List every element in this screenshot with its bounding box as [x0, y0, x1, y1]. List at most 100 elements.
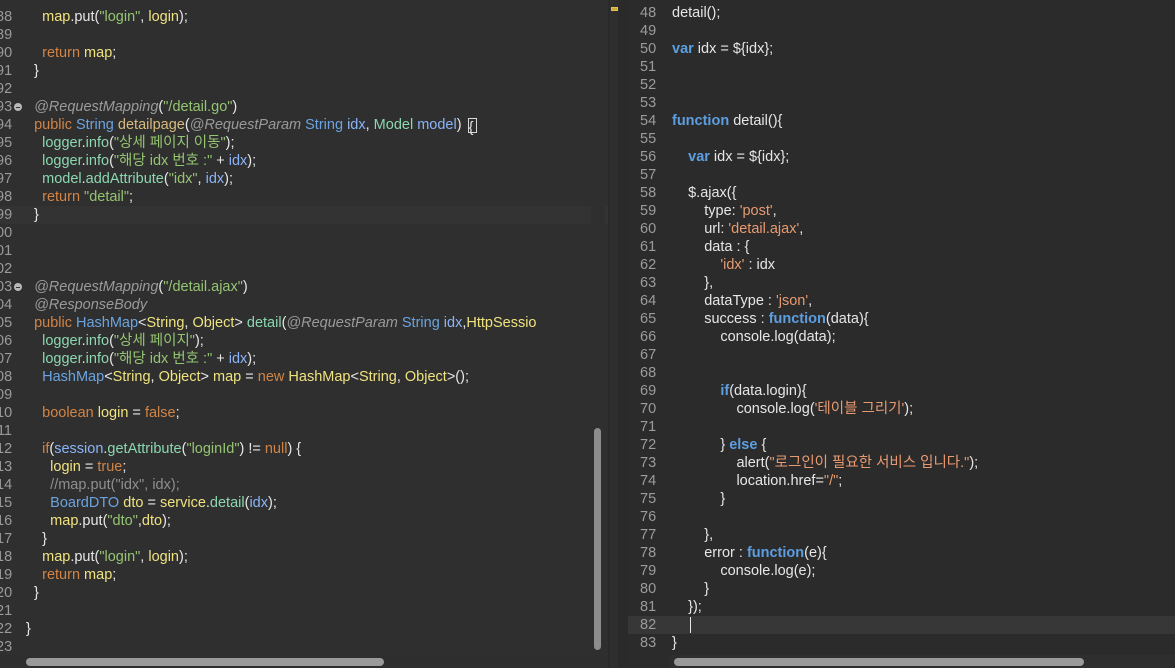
code-line[interactable]: 94 public String detailpage(@RequestPara… [0, 116, 608, 136]
fold-toggle-icon[interactable] [14, 283, 22, 291]
code-line[interactable]: 88 map.put("login", login); [0, 8, 608, 26]
code-line[interactable]: 01 [0, 242, 608, 260]
horizontal-scrollbar-right[interactable] [670, 655, 1175, 668]
vertical-scrollbar[interactable] [591, 0, 605, 655]
code-line[interactable]: 54 function detail(){ [628, 112, 1175, 130]
code-token: ); [162, 513, 171, 529]
code-line[interactable]: 98 return "detail"; [0, 188, 608, 206]
code-line[interactable]: 97 model.addAttribute("idx", idx); [0, 170, 608, 188]
code-line[interactable]: 68 [628, 364, 1175, 382]
code-line[interactable]: 02 [0, 260, 608, 278]
code-line[interactable]: 55 [628, 130, 1175, 148]
code-line[interactable]: 90 return map; [0, 44, 608, 62]
code-line[interactable]: 22} [0, 620, 608, 638]
code-line[interactable]: 67 [628, 346, 1175, 364]
code-line[interactable]: 72 } else { [628, 436, 1175, 454]
code-line[interactable]: 59 type: 'post', [628, 202, 1175, 220]
code-line[interactable]: 20 } [0, 584, 608, 602]
code-token: } [26, 207, 39, 223]
code-line[interactable]: 00 [0, 224, 608, 242]
horizontal-scrollbar[interactable] [0, 655, 608, 668]
code-line[interactable]: 60 url: 'detail.ajax', [628, 220, 1175, 238]
code-token: "상세 페이지" [113, 333, 195, 349]
code-line[interactable]: 62 'idx' : idx [628, 256, 1175, 274]
code-line[interactable]: 53 [628, 94, 1175, 112]
code-line[interactable]: 15 BoardDTO dto = service.detail(idx); [0, 494, 608, 512]
code-line[interactable]: 91 } [0, 62, 608, 80]
code-line[interactable]: 81 }); [628, 598, 1175, 616]
code-line[interactable]: 12 if(session.getAttribute("loginId") !=… [0, 440, 608, 458]
code-line[interactable]: 08 HashMap<String, Object> map = new Has… [0, 368, 608, 386]
code-line[interactable]: 70 console.log('테이블 그리기'); [628, 400, 1175, 418]
code-line[interactable]: 96 logger.info("해당 idx 번호 :" + idx); [0, 152, 608, 170]
code-line[interactable]: 82 [628, 616, 1175, 634]
code-line[interactable]: 73 alert("로그인이 필요한 서비스 입니다."); [628, 454, 1175, 472]
code-line[interactable]: 64 dataType : 'json', [628, 292, 1175, 310]
horizontal-scrollbar-right-thumb[interactable] [674, 658, 1084, 666]
code-line[interactable]: 10 boolean login = false; [0, 404, 608, 422]
code-line[interactable]: 95 logger.info("상세 페이지 이동"); [0, 134, 608, 152]
code-line[interactable]: 52 [628, 76, 1175, 94]
code-line[interactable]: 92 [0, 80, 608, 98]
code-line[interactable]: 04 @ResponseBody [0, 296, 608, 314]
code-line[interactable]: 83} [628, 634, 1175, 652]
code-line[interactable]: 57 [628, 166, 1175, 184]
code-line[interactable]: 65 success : function(data){ [628, 310, 1175, 328]
code-line[interactable]: 79 console.log(e); [628, 562, 1175, 580]
code-token: } [672, 491, 726, 507]
code-token: > [200, 369, 214, 385]
line-number: 54 [640, 113, 657, 129]
line-number: 97 [0, 171, 13, 187]
code-line[interactable]: 58 $.ajax({ [628, 184, 1175, 202]
code-line[interactable]: 50 var idx = ${idx}; [628, 40, 1175, 58]
code-line[interactable]: 49 [628, 22, 1175, 40]
code-line[interactable]: 74 location.href="/"; [628, 472, 1175, 490]
line-code: return map; [26, 566, 116, 584]
code-line[interactable]: 13 login = true; [0, 458, 608, 476]
code-line[interactable]: 19 return map; [0, 566, 608, 584]
code-line[interactable]: 56 var idx = ${idx}; [628, 148, 1175, 166]
code-line[interactable]: 69 if(data.login){ [628, 382, 1175, 400]
code-line[interactable]: 71 [628, 418, 1175, 436]
code-line[interactable]: 09 [0, 386, 608, 404]
code-line[interactable]: 78 error : function(e){ [628, 544, 1175, 562]
line-code: $.ajax({ [672, 184, 736, 202]
code-line[interactable]: 05 public HashMap<String, Object> detail… [0, 314, 608, 332]
editor-split-divider[interactable] [608, 0, 628, 668]
code-line[interactable]: 63 }, [628, 274, 1175, 292]
code-line[interactable]: 11 [0, 422, 608, 440]
code-line[interactable]: 17 } [0, 530, 608, 548]
java-editor-pane[interactable]: 88 map.put("login", login); 89 90 return m… [0, 0, 608, 668]
code-token: HttpSessio [466, 315, 537, 331]
code-line[interactable]: 18 map.put("login", login); [0, 548, 608, 566]
code-line[interactable]: 66 console.log(data); [628, 328, 1175, 346]
code-line[interactable]: 07 logger.info("해당 idx 번호 :" + idx); [0, 350, 608, 368]
horizontal-scrollbar-thumb[interactable] [26, 658, 384, 666]
code-line[interactable]: 89 [0, 26, 608, 44]
code-line[interactable]: 75 } [628, 490, 1175, 508]
code-line[interactable]: 23 [0, 638, 608, 656]
code-token: String [112, 369, 151, 385]
line-number: 06 [0, 333, 13, 349]
vertical-scrollbar-thumb[interactable] [594, 428, 601, 650]
code-line[interactable]: 03 @RequestMapping("/detail.ajax") [0, 278, 608, 296]
jsp-editor-pane[interactable]: 48 detail(); 49 50 var idx = ${idx}; 51 52 53 54… [628, 0, 1175, 668]
code-line[interactable]: 06 logger.info("상세 페이지"); [0, 332, 608, 350]
code-line[interactable]: 51 [628, 58, 1175, 76]
line-number: 11 [0, 423, 12, 439]
ruler-warning-marker[interactable] [611, 7, 618, 11]
code-token: ; [838, 473, 843, 489]
code-line[interactable]: 48 detail(); [628, 4, 1175, 22]
fold-toggle-icon[interactable] [14, 103, 22, 111]
code-line[interactable]: 99 } [0, 206, 608, 224]
code-line[interactable]: 93 @RequestMapping("/detail.go") [0, 98, 608, 116]
code-line[interactable]: 80 } [628, 580, 1175, 598]
code-line[interactable]: 61 data : { [628, 238, 1175, 256]
code-line[interactable]: 77 }, [628, 526, 1175, 544]
code-line[interactable]: 16 map.put("dto",dto); [0, 512, 608, 530]
code-line[interactable]: 21 [0, 602, 608, 620]
code-token: ; [129, 189, 134, 205]
code-token: = [128, 405, 145, 421]
code-line[interactable]: 14 //map.put("idx", idx); [0, 476, 608, 494]
code-line[interactable]: 76 [628, 508, 1175, 526]
